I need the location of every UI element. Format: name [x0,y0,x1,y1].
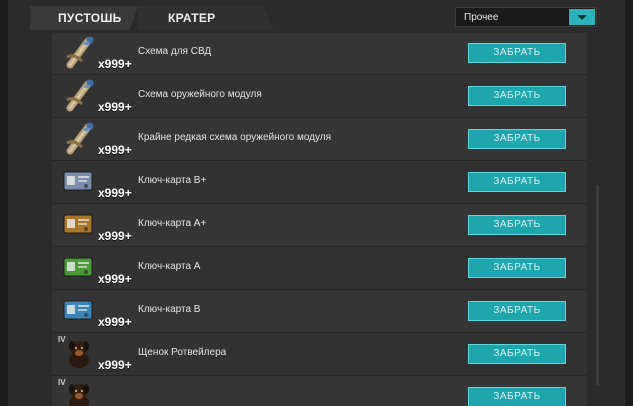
take-button[interactable]: ЗАБРАТЬ [468,215,566,235]
list-item: x999+ Крайне редкая схема оружейного мод… [52,119,587,161]
item-name: Крайне редкая схема оружейного модуля [138,132,332,143]
item-count: x999+ [98,100,132,114]
list-item: x999+ Ключ-карта B ЗАБРАТЬ [52,291,587,333]
item-name: Схема оружейного модуля [138,89,262,100]
take-button[interactable]: ЗАБРАТЬ [468,129,566,149]
take-button[interactable]: ЗАБРАТЬ [468,86,566,106]
item-name: Схема для СВД [138,46,212,57]
item-count: x999+ [98,186,132,200]
item-count: x999+ [98,315,132,329]
list-item: x999+ Ключ-карта A ЗАБРАТЬ [52,248,587,290]
item-name: Ключ-карта A+ [138,218,207,229]
item-count: x999+ [98,229,132,243]
list-item: x999+ Схема для СВД ЗАБРАТЬ [52,33,587,75]
puppy-icon [62,379,96,406]
puppy-icon [62,336,96,370]
take-button[interactable]: ЗАБРАТЬ [468,344,566,364]
window-edge-right [625,0,633,406]
item-count: x999+ [98,57,132,71]
chevron-down-icon[interactable] [569,9,595,25]
item-count: x999+ [98,143,132,157]
list-item: IV ЗАБРАТЬ [52,377,587,406]
blueprint-icon [62,35,96,69]
item-count: x999+ [98,272,132,286]
keycard-icon [62,164,96,198]
reward-list[interactable]: x999+ Схема для СВД ЗАБРАТЬ x999+ Схема … [52,33,587,406]
list-item: x999+ Схема оружейного модуля ЗАБРАТЬ [52,76,587,118]
blueprint-icon [62,78,96,112]
item-name: Ключ-карта B+ [138,175,207,186]
take-button[interactable]: ЗАБРАТЬ [468,172,566,192]
keycard-icon [62,207,96,241]
item-name: Ключ-карта B [138,304,201,315]
list-item: x999+ Ключ-карта B+ ЗАБРАТЬ [52,162,587,204]
blueprint-icon [62,121,96,155]
tier-badge: IV [58,335,66,344]
item-name: Щенок Ротвейлера [138,347,227,358]
take-button[interactable]: ЗАБРАТЬ [468,301,566,321]
list-item: x999+ Ключ-карта A+ ЗАБРАТЬ [52,205,587,247]
take-button[interactable]: ЗАБРАТЬ [468,258,566,278]
category-dropdown-value: Прочее [464,12,499,23]
keycard-icon [62,250,96,284]
scrollbar[interactable] [596,185,599,385]
tier-badge: IV [58,378,66,387]
list-item: IV x999+ Щенок Ротвейлера ЗАБРАТЬ [52,334,587,376]
tab-crater[interactable]: КРАТЕР [138,6,274,30]
category-dropdown[interactable]: Прочее [455,7,597,27]
keycard-icon [62,293,96,327]
take-button[interactable]: ЗАБРАТЬ [468,387,566,406]
item-count: x999+ [98,358,132,372]
take-button[interactable]: ЗАБРАТЬ [468,43,566,63]
window-edge-left [0,0,8,406]
item-name: Ключ-карта A [138,261,201,272]
tab-wasteland[interactable]: ПУСТОШЬ [30,6,138,30]
